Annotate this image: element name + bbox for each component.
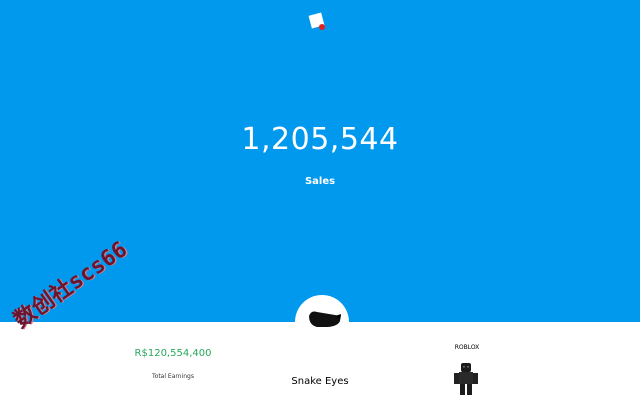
sales-count: 1,205,544 (241, 122, 399, 157)
item-name[interactable]: Snake Eyes (260, 376, 380, 387)
roblox-avatar-icon[interactable] (453, 362, 479, 396)
black-headband-icon (309, 311, 341, 327)
roblox-logo-icon (308, 12, 325, 30)
item-thumbnail[interactable] (295, 295, 349, 349)
total-earnings-value: R$120,554,400 (134, 348, 212, 359)
creator-name[interactable]: ROBLOX (427, 344, 507, 351)
total-earnings-label: Total Earnings (152, 373, 194, 380)
sales-label: Sales (304, 176, 336, 187)
